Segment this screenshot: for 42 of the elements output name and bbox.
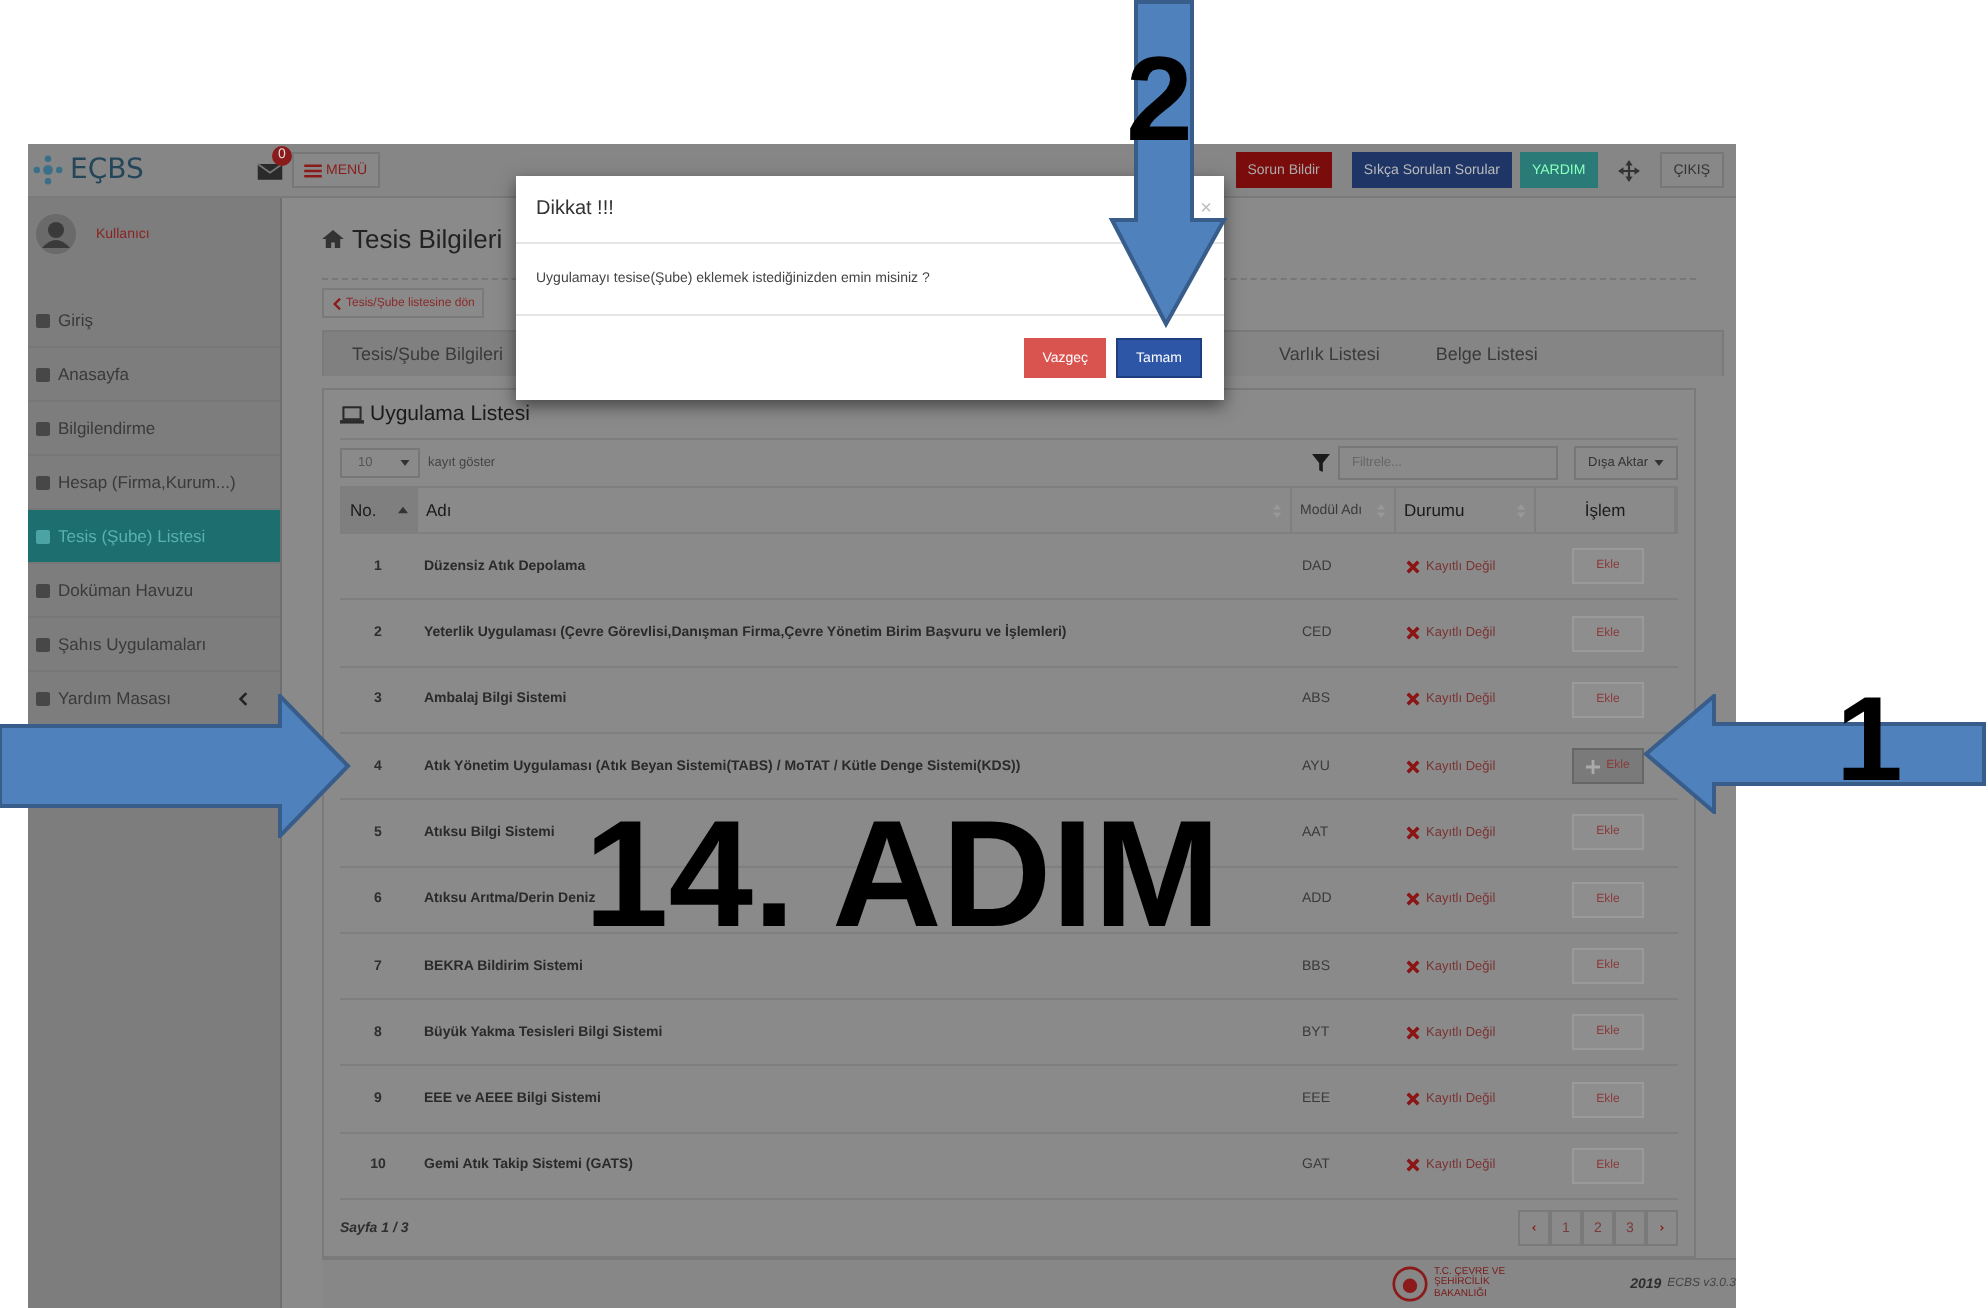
cross-icon: [1406, 959, 1420, 974]
home-icon: [322, 229, 344, 247]
column-header[interactable]: Durumu: [1396, 488, 1536, 533]
logo-icon: [32, 154, 64, 186]
menu-icon: [304, 163, 322, 177]
sidebar-item[interactable]: Doküman Havuzu: [28, 564, 280, 618]
cross-icon: [1406, 1025, 1420, 1040]
column-header[interactable]: İşlem: [1536, 488, 1676, 533]
chevron-icon: [238, 691, 248, 705]
sidebar-item[interactable]: Şahıs Uygulamaları: [28, 618, 280, 672]
cross-icon: [1406, 1092, 1420, 1107]
caret-icon: [400, 460, 410, 467]
sidebar-item[interactable]: Anasayfa: [28, 348, 280, 402]
sidebar-item[interactable]: Giriş: [28, 294, 280, 348]
plus-icon: [1586, 759, 1601, 774]
column-header[interactable]: No.: [342, 488, 418, 533]
sidebar-item[interactable]: Tesis (Şube) Listesi: [28, 510, 280, 564]
mail-icon[interactable]: [256, 159, 284, 181]
column-header[interactable]: Adı: [418, 488, 1292, 533]
app-logo: EÇBS: [70, 154, 144, 186]
cross-icon: [1406, 559, 1420, 574]
ministry-logo-icon: [1392, 1266, 1428, 1302]
cross-icon: [1406, 692, 1420, 707]
cross-icon: [1406, 825, 1420, 840]
sort-ascending-icon: [398, 506, 408, 515]
cross-icon: [1406, 759, 1420, 774]
dialog-title: Dikkat !!!: [536, 198, 614, 220]
cross-icon: [1406, 892, 1420, 907]
page-title: Tesis Bilgileri: [352, 223, 503, 253]
cross-icon: [1406, 1158, 1420, 1173]
filter-icon: [1312, 454, 1331, 473]
sidebar-item[interactable]: Bilgilendirme: [28, 402, 280, 456]
tab[interactable]: Varlık Listesi: [1251, 332, 1408, 376]
laptop-icon: [340, 405, 364, 424]
tab[interactable]: Belge Listesi: [1407, 332, 1566, 376]
panel-title: Uygulama Listesi: [370, 402, 530, 427]
chevron-icon: [332, 297, 342, 309]
caret-icon: [1654, 460, 1664, 467]
close-button[interactable]: ×: [1200, 198, 1212, 220]
move-icon[interactable]: [1617, 159, 1640, 181]
cross-icon: [1406, 626, 1420, 641]
avatar-icon: [36, 214, 76, 254]
